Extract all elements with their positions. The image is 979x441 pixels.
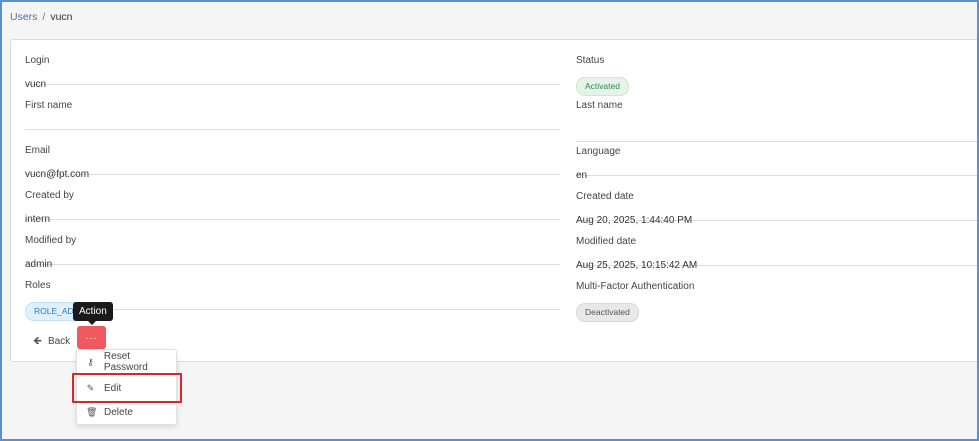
menu-item-reset-password[interactable]: ⚷ Reset Password xyxy=(77,350,176,374)
first-name-field: First name xyxy=(25,85,560,130)
mfa-field: Multi-Factor Authentication Deactivated xyxy=(576,266,977,322)
menu-item-label: Reset Password xyxy=(103,351,148,373)
created-by-field: Created by intern xyxy=(25,175,560,225)
modified-date-field: Modified date Aug 25, 2025, 10:15:42 AM xyxy=(576,221,977,271)
action-menu: ⚷ Reset Password ✎ Edit 🗑 Delete xyxy=(76,349,177,425)
mfa-badge: Deactivated xyxy=(576,303,639,322)
back-button[interactable]: 🡸 Back xyxy=(33,332,70,351)
breadcrumb-current: vucn xyxy=(50,11,73,23)
first-name-label: First name xyxy=(25,100,73,111)
created-by-label: Created by xyxy=(25,190,74,201)
back-button-label: Back xyxy=(47,336,71,347)
modified-by-label: Modified by xyxy=(25,235,77,246)
modified-by-field: Modified by admin xyxy=(25,220,560,270)
breadcrumb-users-link[interactable]: Users xyxy=(10,11,37,23)
action-tooltip: Action xyxy=(73,302,113,325)
status-field: Status Activated xyxy=(576,40,977,96)
breadcrumb-separator: / xyxy=(42,11,46,23)
menu-item-delete[interactable]: 🗑 Delete xyxy=(77,400,176,424)
roles-label: Roles xyxy=(25,280,51,291)
screenshot-frame: Users / vucn Login vucn First name Email… xyxy=(0,0,979,441)
last-name-label: Last name xyxy=(576,100,623,111)
mfa-label: Multi-Factor Authentication xyxy=(576,281,695,292)
status-label: Status xyxy=(576,55,605,66)
modified-date-label: Modified date xyxy=(576,236,637,247)
arrow-left-icon: 🡸 xyxy=(33,335,42,347)
language-label: Language xyxy=(576,146,621,157)
language-field: Language en xyxy=(576,131,977,181)
breadcrumb: Users / vucn xyxy=(10,11,73,23)
menu-item-label: Delete xyxy=(104,406,133,418)
email-label: Email xyxy=(25,145,51,156)
menu-item-label: Edit xyxy=(104,382,122,394)
login-label: Login xyxy=(25,55,50,66)
ellipsis-icon: ··· xyxy=(85,332,98,343)
menu-item-edit[interactable]: ✎ Edit xyxy=(77,376,176,400)
trash-icon: 🗑 xyxy=(86,406,98,417)
more-actions-button[interactable]: ··· xyxy=(77,326,106,349)
login-field: Login vucn xyxy=(25,40,560,90)
pencil-icon: ✎ xyxy=(86,382,95,393)
key-icon: ⚷ xyxy=(87,356,94,367)
user-detail-card: Login vucn First name Email vucn@fpt.com… xyxy=(10,39,977,362)
created-date-field: Created date Aug 20, 2025, 1:44:40 PM xyxy=(576,176,977,226)
email-field: Email vucn@fpt.com xyxy=(25,130,560,180)
created-date-label: Created date xyxy=(576,191,634,202)
